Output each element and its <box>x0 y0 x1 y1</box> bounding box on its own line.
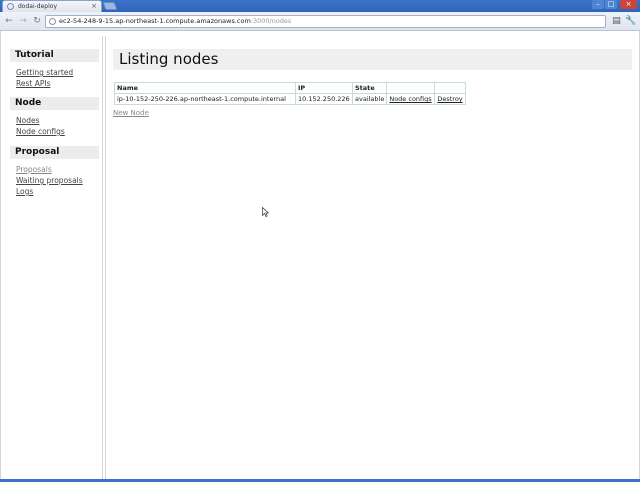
page-title: Listing nodes <box>113 49 632 70</box>
header-name: Name <box>114 82 296 94</box>
cell-destroy: Destroy <box>434 93 467 105</box>
close-window-button[interactable]: × <box>620 0 637 9</box>
link-waiting-proposals[interactable]: Waiting proposals <box>10 175 99 186</box>
header-blank-1 <box>386 82 436 94</box>
table-row: ip-10-152-250-226.ap-northeast-1.compute… <box>114 93 467 105</box>
cell-node-ip: 10.152.250.226 <box>295 93 353 105</box>
sidebar-section-proposal: Proposal Proposals Waiting proposals Log… <box>10 146 99 197</box>
link-rest-apis[interactable]: Rest APIs <box>10 78 99 89</box>
main-content: Listing nodes Name IP State ip-10-152-25… <box>113 49 633 117</box>
header-blank-2 <box>434 82 467 94</box>
globe-icon <box>49 18 56 25</box>
sidebar: Tutorial Getting started Rest APIs Node … <box>7 36 103 480</box>
cell-node-name: ip-10-152-250-226.ap-northeast-1.compute… <box>114 93 296 105</box>
reload-icon[interactable]: ↻ <box>31 15 43 27</box>
header-ip: IP <box>295 82 353 94</box>
link-proposals[interactable]: Proposals <box>10 164 99 175</box>
page-menu-icon[interactable]: ▤ <box>611 15 622 27</box>
link-logs[interactable]: Logs <box>10 186 99 197</box>
link-nodes[interactable]: Nodes <box>10 115 99 126</box>
new-tab-button[interactable] <box>102 2 118 10</box>
sidebar-heading-tutorial: Tutorial <box>10 49 99 62</box>
node-configs-link[interactable]: Node configs <box>389 95 431 103</box>
minimize-button[interactable]: – <box>592 0 604 9</box>
browser-tab[interactable]: dodai-deploy × <box>2 0 102 12</box>
nodes-table: Name IP State ip-10-152-250-226.ap-north… <box>114 82 467 105</box>
sidebar-heading-node: Node <box>10 97 99 110</box>
browser-toolbar: ← → ↻ ec2-54-248-9-15.ap-northeast-1.com… <box>0 12 640 31</box>
browser-titlebar: dodai-deploy × – □ × <box>0 0 640 12</box>
cell-node-configs: Node configs <box>386 93 436 105</box>
maximize-button[interactable]: □ <box>605 0 617 9</box>
link-getting-started[interactable]: Getting started <box>10 67 99 78</box>
header-state: State <box>351 82 388 94</box>
sidebar-heading-proposal: Proposal <box>10 146 99 159</box>
page-viewport: Tutorial Getting started Rest APIs Node … <box>0 31 640 480</box>
destroy-link[interactable]: Destroy <box>437 95 462 103</box>
sidebar-section-tutorial: Tutorial Getting started Rest APIs <box>10 49 99 89</box>
link-node-configs[interactable]: Node configs <box>10 126 99 137</box>
tab-title: dodai-deploy <box>18 3 57 10</box>
cell-node-state: available <box>351 93 388 105</box>
url-host: ec2-54-248-9-15.ap-northeast-1.compute.a… <box>59 17 251 25</box>
forward-icon[interactable]: → <box>17 15 29 27</box>
new-node-link[interactable]: New Node <box>113 109 149 117</box>
sidebar-section-node: Node Nodes Node configs <box>10 97 99 137</box>
sidebar-divider <box>105 36 107 480</box>
wrench-icon[interactable]: 🔧 <box>625 15 636 27</box>
favicon-icon <box>7 3 14 10</box>
address-text: ec2-54-248-9-15.ap-northeast-1.compute.a… <box>59 16 291 27</box>
tab-close-icon[interactable]: × <box>91 1 97 12</box>
table-header-row: Name IP State <box>114 82 467 94</box>
mouse-cursor-icon <box>262 207 269 217</box>
url-path: :3000/nodes <box>250 17 292 25</box>
back-icon[interactable]: ← <box>3 15 15 27</box>
address-bar[interactable]: ec2-54-248-9-15.ap-northeast-1.compute.a… <box>45 15 606 28</box>
